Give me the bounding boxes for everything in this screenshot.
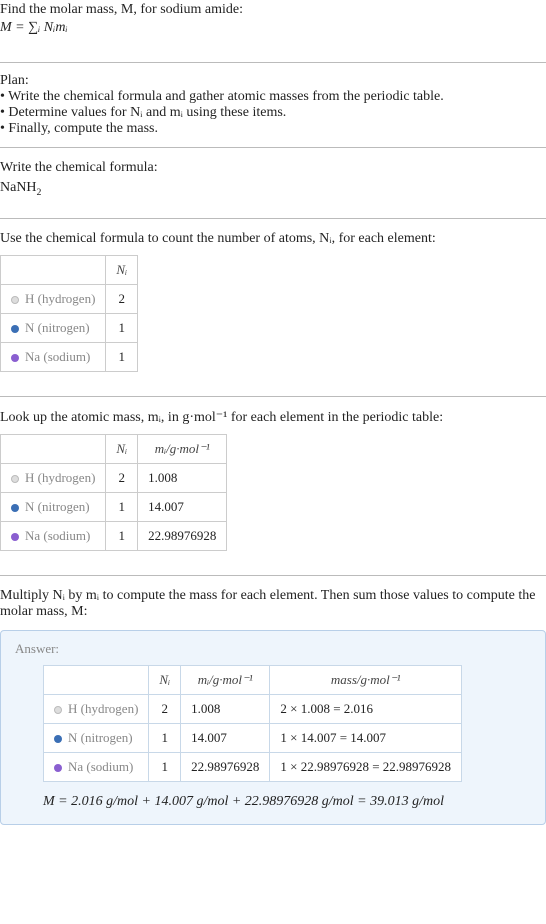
n-value: 1 [106,492,138,521]
step-heading: Look up the atomic mass, mᵢ, in g·mol⁻¹ … [0,407,546,428]
element-name: H (hydrogen) [68,701,138,716]
col-mass: mass/g·mol⁻¹ [270,665,462,694]
element-dot-icon [54,735,62,743]
step-heading: Use the chemical formula to count the nu… [0,229,546,249]
intro-line: Find the molar mass, M, for sodium amide… [0,2,546,18]
chemical-formula: NaNH2 [0,178,546,208]
col-blank [1,255,106,284]
formula-subscript: 2 [37,187,42,198]
element-name: Na (sodium) [25,349,90,364]
table-row: H (hydrogen) 2 1.008 2 × 1.008 = 2.016 [44,694,462,723]
final-equation: M = 2.016 g/mol + 14.007 g/mol + 22.9897… [15,794,531,810]
element-dot-icon [11,533,19,541]
mass-value: 2 × 1.008 = 2.016 [270,694,462,723]
element-cell: Na (sodium) [44,752,149,781]
table-header-row: Nᵢ [1,255,138,284]
col-blank [1,434,106,463]
m-value: 1.008 [181,694,270,723]
atomic-mass-section: Look up the atomic mass, mᵢ, in g·mol⁻¹ … [0,403,546,569]
divider [0,62,546,63]
col-n: Nᵢ [149,665,181,694]
element-dot-icon [11,296,19,304]
n-value: 2 [106,284,138,313]
element-cell: H (hydrogen) [1,463,106,492]
m-value: 22.98976928 [138,521,227,550]
table-row: N (nitrogen) 1 14.007 [1,492,227,521]
step-heading: Multiply Nᵢ by mᵢ to compute the mass fo… [0,586,546,622]
molar-mass-equation: M = ∑ᵢ Nᵢmᵢ [0,18,546,48]
step-heading: Write the chemical formula: [0,158,546,178]
element-dot-icon [11,325,19,333]
element-name: Na (sodium) [25,528,90,543]
col-blank [44,665,149,694]
table-header-row: Nᵢ mᵢ/g·mol⁻¹ mass/g·mol⁻¹ [44,665,462,694]
divider [0,218,546,219]
compute-section: Multiply Nᵢ by mᵢ to compute the mass fo… [0,582,546,626]
table-row: Na (sodium) 1 [1,342,138,371]
plan-item: • Finally, compute the mass. [0,121,546,137]
table-row: H (hydrogen) 2 1.008 [1,463,227,492]
element-name: Na (sodium) [68,759,133,774]
divider [0,575,546,576]
col-n: Nᵢ [106,255,138,284]
formula-text: NaNH [0,180,37,195]
element-cell: H (hydrogen) [1,284,106,313]
element-name: N (nitrogen) [68,730,133,745]
answer-box: Answer: Nᵢ mᵢ/g·mol⁻¹ mass/g·mol⁻¹ H (hy… [0,630,546,825]
plan-item: • Write the chemical formula and gather … [0,89,546,105]
element-cell: N (nitrogen) [44,723,149,752]
mass-value: 1 × 22.98976928 = 22.98976928 [270,752,462,781]
m-value: 14.007 [181,723,270,752]
n-value: 1 [106,342,138,371]
table-row: H (hydrogen) 2 [1,284,138,313]
table-row: N (nitrogen) 1 14.007 1 × 14.007 = 14.00… [44,723,462,752]
answer-table: Nᵢ mᵢ/g·mol⁻¹ mass/g·mol⁻¹ H (hydrogen) … [43,665,462,782]
col-m: mᵢ/g·mol⁻¹ [138,434,227,463]
intro-section: Find the molar mass, M, for sodium amide… [0,0,546,56]
element-cell: N (nitrogen) [1,492,106,521]
divider [0,396,546,397]
element-name: N (nitrogen) [25,499,90,514]
element-name: H (hydrogen) [25,470,95,485]
element-cell: Na (sodium) [1,521,106,550]
chemical-formula-section: Write the chemical formula: NaNH2 [0,154,546,212]
plan-section: Plan: • Write the chemical formula and g… [0,69,546,141]
element-cell: H (hydrogen) [44,694,149,723]
atomic-mass-table: Nᵢ mᵢ/g·mol⁻¹ H (hydrogen) 2 1.008 N (ni… [0,434,227,551]
element-dot-icon [11,475,19,483]
n-value: 1 [106,313,138,342]
element-dot-icon [11,504,19,512]
m-value: 14.007 [138,492,227,521]
element-cell: N (nitrogen) [1,313,106,342]
element-name: H (hydrogen) [25,291,95,306]
answer-label: Answer: [15,641,531,657]
mass-value: 1 × 14.007 = 14.007 [270,723,462,752]
plan-item: • Determine values for Nᵢ and mᵢ using t… [0,105,546,121]
n-value: 1 [149,752,181,781]
plan-heading: Plan: [0,73,546,89]
n-value: 2 [106,463,138,492]
m-value: 22.98976928 [181,752,270,781]
col-n: Nᵢ [106,434,138,463]
atom-count-section: Use the chemical formula to count the nu… [0,225,546,390]
element-cell: Na (sodium) [1,342,106,371]
n-value: 2 [149,694,181,723]
atom-count-table: Nᵢ H (hydrogen) 2 N (nitrogen) 1 Na (sod… [0,255,138,372]
col-m: mᵢ/g·mol⁻¹ [181,665,270,694]
table-row: N (nitrogen) 1 [1,313,138,342]
element-name: N (nitrogen) [25,320,90,335]
element-dot-icon [11,354,19,362]
table-row: Na (sodium) 1 22.98976928 1 × 22.9897692… [44,752,462,781]
divider [0,147,546,148]
element-dot-icon [54,764,62,772]
table-header-row: Nᵢ mᵢ/g·mol⁻¹ [1,434,227,463]
table-row: Na (sodium) 1 22.98976928 [1,521,227,550]
element-dot-icon [54,706,62,714]
n-value: 1 [106,521,138,550]
m-value: 1.008 [138,463,227,492]
n-value: 1 [149,723,181,752]
